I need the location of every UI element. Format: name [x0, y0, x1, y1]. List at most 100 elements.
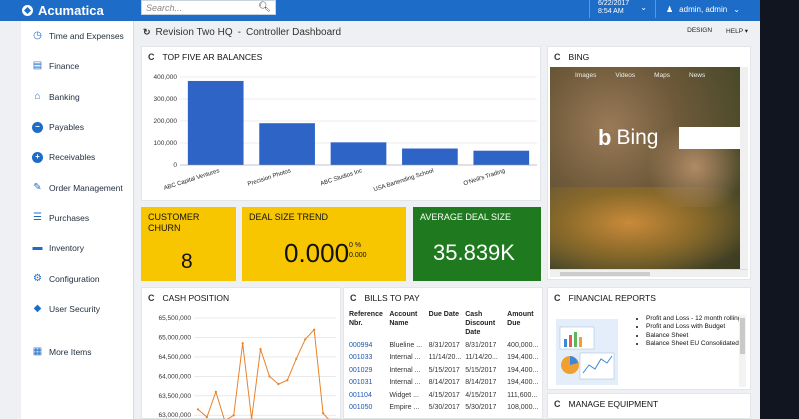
kpi-value: 35.839K	[433, 240, 515, 265]
table-cell: Internal ...	[389, 379, 421, 387]
report-link[interactable]: Balance Sheet	[646, 332, 744, 340]
y-tick-label: 64,000,000	[158, 373, 191, 380]
table-cell: 4/15/2017	[428, 391, 460, 399]
column-header[interactable]: Reference Nbr.	[347, 310, 387, 339]
reference-link[interactable]: 001033	[347, 352, 387, 365]
business-date-selector[interactable]: 6/22/2017 8:54 AM ⌄	[589, 0, 653, 18]
sidebar-item-inventory[interactable]: ▬ Inventory	[21, 233, 133, 263]
report-link[interactable]: Profit and Loss with Budget	[646, 323, 744, 331]
data-point[interactable]	[232, 414, 235, 417]
report-link[interactable]: Balance Sheet EU Consolidated	[646, 340, 744, 348]
column-header[interactable]: Due Date	[427, 310, 464, 339]
table-cell: 4/15/2017	[465, 391, 497, 399]
design-button[interactable]: DESIGN	[687, 27, 712, 35]
sidebar-item-label: Purchases	[49, 212, 90, 223]
column-header[interactable]: Cash Discount Date	[463, 310, 505, 339]
scrollbar-thumb[interactable]	[560, 272, 650, 276]
search-placeholder: Search...	[146, 2, 183, 13]
bing-nav-videos[interactable]: Videos	[615, 72, 635, 79]
x-tick-label: USA Bartending School	[373, 168, 435, 193]
refresh-icon[interactable]: C	[554, 52, 561, 62]
table-row[interactable]: 001104 Widget ... 4/15/2017 4/15/2017 111,60…	[347, 389, 542, 402]
table-cell: 8/31/2017	[428, 341, 460, 349]
reference-link[interactable]: 001104	[347, 389, 387, 402]
table-row[interactable]: 001031 Internal ... 8/14/2017 8/14/2017 194,…	[347, 377, 542, 390]
search-icon[interactable]: 🔍︎	[258, 2, 271, 13]
data-point[interactable]	[277, 383, 280, 386]
table-cell: Widget ...	[389, 391, 419, 399]
brand-logo[interactable]: Acumatica	[22, 2, 104, 19]
bar[interactable]	[473, 150, 530, 165]
customer-churn-kpi[interactable]: CUSTOMER CHURN 8	[141, 207, 236, 281]
data-point[interactable]	[241, 342, 244, 345]
user-name: admin, admin	[679, 4, 728, 14]
bills-to-pay-widget: C BILLS TO PAY Reference Nbr. Account Name…	[343, 287, 543, 419]
column-header[interactable]: Amount Due	[505, 310, 542, 339]
sidebar-item-label: Banking	[49, 91, 80, 102]
refresh-icon[interactable]: ↻	[143, 27, 151, 38]
table-cell: 5/15/2017	[465, 366, 497, 374]
kpi-title: DEAL SIZE TREND	[249, 212, 329, 222]
sidebar-item-configuration[interactable]: ⚙ Configuration	[21, 263, 133, 293]
table-row[interactable]: 001033 Internal ... 11/14/20... 11/14/20...…	[347, 352, 542, 365]
bing-search-input[interactable]	[679, 127, 744, 149]
horizontal-scrollbar[interactable]	[550, 269, 748, 277]
reference-link[interactable]: 000994	[347, 339, 387, 352]
widget-title: MANAGE EQUIPMENT	[568, 399, 659, 409]
sidebar-item-time-and-expenses[interactable]: ◷ Time and Expenses	[21, 21, 133, 51]
sidebar-item-order-management[interactable]: ✎ Order Management	[21, 172, 133, 202]
vertical-scrollbar[interactable]	[740, 67, 748, 269]
sidebar-item-label: Configuration	[49, 273, 100, 284]
table-row[interactable]: 001029 Internal ... 5/15/2017 5/15/2017 194,…	[347, 364, 542, 377]
vertical-scrollbar[interactable]	[739, 315, 746, 387]
y-tick-label: 300,000	[154, 96, 178, 103]
bar[interactable]	[330, 142, 387, 165]
bing-nav-news[interactable]: News	[689, 72, 705, 79]
data-point[interactable]	[321, 412, 325, 415]
search-input[interactable]: Search... 🔍︎	[141, 0, 276, 15]
column-header[interactable]: Account Name	[387, 310, 426, 339]
report-link[interactable]: Profit and Loss - 12 month rolling	[646, 315, 744, 323]
table-row[interactable]: 000994 Blueline ... 8/31/2017 8/31/2017 400,…	[347, 339, 542, 352]
data-point[interactable]	[205, 416, 209, 419]
data-point[interactable]	[304, 338, 307, 341]
refresh-icon[interactable]: C	[350, 293, 357, 303]
refresh-icon[interactable]: C	[554, 293, 561, 303]
sidebar-item-receivables[interactable]: + Receivables	[21, 142, 133, 172]
sidebar-item-banking[interactable]: ⌂ Banking	[21, 82, 133, 112]
bar[interactable]	[402, 148, 458, 166]
sidebar-item-payables[interactable]: − Payables	[21, 112, 133, 142]
data-point[interactable]	[214, 390, 217, 393]
company-name[interactable]: Revision Two HQ	[156, 27, 233, 38]
kpi-trend-detail: 0 % 0.000	[349, 241, 367, 261]
sidebar-item-finance[interactable]: ▤ Finance	[21, 51, 133, 81]
user-menu[interactable]: ♟ admin, admin ⌄	[655, 0, 760, 18]
bing-nav-maps[interactable]: Maps	[654, 72, 670, 79]
data-point[interactable]	[295, 357, 298, 360]
data-point[interactable]	[286, 379, 289, 382]
deal-size-trend-kpi[interactable]: DEAL SIZE TREND 0.000 0 % 0.000	[242, 207, 406, 281]
bar[interactable]	[259, 123, 315, 165]
average-deal-size-kpi[interactable]: AVERAGE DEAL SIZE 35.839K	[413, 207, 541, 281]
bar[interactable]	[187, 80, 244, 165]
scrollbar-thumb[interactable]	[740, 318, 745, 354]
sidebar-item-user-security[interactable]: ◆ User Security	[21, 294, 133, 324]
sidebar-item-purchases[interactable]: ☰ Purchases	[21, 203, 133, 233]
bing-logo: b Bing	[598, 125, 658, 151]
data-point[interactable]	[313, 328, 316, 331]
financial-reports-list: Profit and Loss - 12 month rollingProfit…	[638, 315, 744, 349]
reference-link[interactable]: 001029	[347, 364, 387, 377]
data-point[interactable]	[196, 408, 200, 411]
table-cell: 108,000...	[507, 404, 539, 412]
reference-link[interactable]: 001050	[347, 402, 387, 415]
grid-icon: ▦	[32, 346, 43, 358]
refresh-icon[interactable]: C	[554, 399, 561, 409]
bing-nav-images[interactable]: Images	[575, 72, 596, 79]
data-point[interactable]	[268, 375, 271, 378]
data-point[interactable]	[259, 348, 262, 351]
table-row[interactable]: 001050 Empire ... 5/30/2017 5/30/2017 108,00…	[347, 402, 542, 415]
sidebar-item-more-items[interactable]: ▦ More Items	[21, 337, 92, 367]
reference-link[interactable]: 001031	[347, 377, 387, 390]
table-cell: 8/14/2017	[428, 379, 460, 387]
help-button[interactable]: HELP ▾	[726, 27, 748, 35]
